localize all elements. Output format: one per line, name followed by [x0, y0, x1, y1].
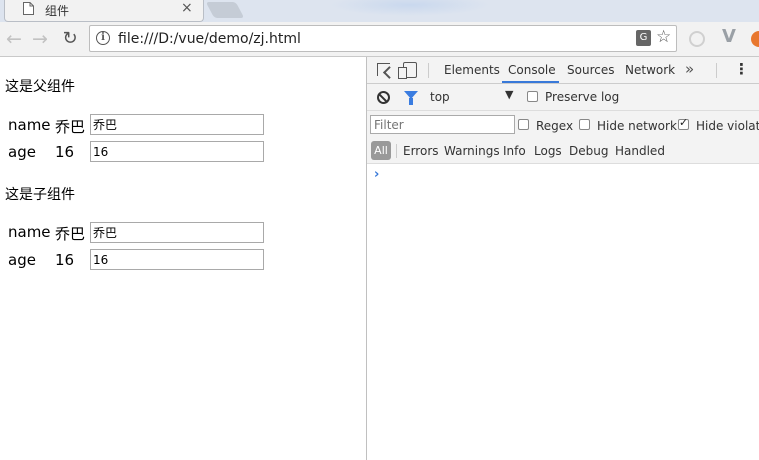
log-levels-bar: All Errors Warnings Info Logs Debug Hand…: [367, 138, 759, 164]
tab-strip: 组件 ×: [0, 0, 759, 22]
parent-age-value: 16: [55, 143, 75, 161]
clear-console-icon[interactable]: [377, 91, 390, 104]
child-name-input[interactable]: [90, 222, 264, 243]
hide-network-label: Hide network: [597, 119, 677, 133]
tabstrip-decoration: [330, 0, 490, 16]
divider: [716, 63, 717, 78]
translate-icon[interactable]: G: [636, 30, 651, 46]
reload-icon[interactable]: ↻: [60, 28, 80, 50]
devtools-tabbar: Elements Console Sources Network » ⋮: [367, 57, 759, 84]
browser-tab[interactable]: 组件 ×: [4, 0, 204, 22]
level-all-button[interactable]: All: [371, 141, 391, 160]
url-text[interactable]: file:///D:/vue/demo/zj.html: [118, 31, 301, 47]
bookmark-star-icon[interactable]: ☆: [656, 27, 671, 47]
console-filter-bar: Regex Hide network Hide violations: [367, 111, 759, 138]
regex-label: Regex: [536, 119, 574, 133]
preserve-log-checkbox[interactable]: [527, 91, 538, 102]
level-info[interactable]: Info: [503, 144, 526, 158]
vue-devtools-icon[interactable]: V: [722, 26, 736, 47]
inspect-element-icon[interactable]: [377, 63, 390, 76]
level-warnings[interactable]: Warnings: [444, 144, 500, 158]
child-name-value: 乔巴: [55, 225, 86, 243]
child-component-heading: 这是子组件: [5, 187, 75, 203]
tab-close-icon[interactable]: ×: [181, 0, 193, 16]
page-icon: [23, 2, 34, 15]
device-toolbar-icon[interactable]: [398, 62, 417, 79]
console-filter-input[interactable]: [370, 115, 515, 134]
tab-sources[interactable]: Sources: [567, 63, 614, 77]
child-age-value: 16: [55, 251, 75, 269]
extension-orange-icon[interactable]: [751, 31, 759, 47]
tab-console[interactable]: Console: [508, 63, 556, 77]
divider: [396, 144, 397, 158]
hide-violations-label: Hide violations: [696, 119, 759, 133]
tab-title: 组件: [45, 4, 70, 18]
page-viewport: 这是父组件 name 乔巴 age 16 这是子组件 name 乔巴 age 1…: [0, 57, 366, 460]
console-toolbar: top ▼ Preserve log: [367, 84, 759, 111]
more-tabs-icon[interactable]: »: [685, 60, 694, 78]
forward-arrow-icon[interactable]: →: [30, 28, 50, 50]
active-tab-indicator: [502, 81, 559, 83]
hide-network-checkbox[interactable]: [579, 119, 590, 130]
parent-name-value: 乔巴: [55, 118, 86, 136]
info-icon[interactable]: i: [96, 31, 110, 45]
divider: [428, 63, 429, 78]
back-arrow-icon[interactable]: ←: [4, 28, 24, 50]
level-errors[interactable]: Errors: [403, 144, 439, 158]
level-logs[interactable]: Logs: [534, 144, 562, 158]
regex-checkbox[interactable]: [518, 119, 529, 130]
devtools-panel: Elements Console Sources Network » ⋮ top…: [366, 57, 759, 460]
tab-network[interactable]: Network: [625, 63, 675, 77]
devtools-menu-icon[interactable]: ⋮: [734, 60, 749, 78]
filter-icon[interactable]: [404, 91, 418, 105]
parent-name-input[interactable]: [90, 114, 264, 135]
parent-age-label: age: [8, 143, 36, 161]
hide-violations-checkbox[interactable]: [678, 116, 689, 130]
child-age-label: age: [8, 251, 36, 269]
new-tab-button[interactable]: [205, 2, 245, 18]
console-prompt-icon[interactable]: ›: [374, 167, 379, 182]
extension-circle-icon[interactable]: [689, 31, 705, 47]
child-name-label: name: [8, 223, 51, 241]
level-handled[interactable]: Handled: [615, 144, 665, 158]
child-age-input[interactable]: [90, 249, 264, 270]
parent-name-label: name: [8, 116, 51, 134]
parent-component-heading: 这是父组件: [5, 79, 75, 95]
preserve-log-label: Preserve log: [545, 90, 620, 104]
tab-elements[interactable]: Elements: [444, 63, 500, 77]
chevron-down-icon[interactable]: ▼: [505, 88, 513, 101]
address-bar[interactable]: i file:///D:/vue/demo/zj.html G ☆: [89, 25, 677, 52]
parent-age-input[interactable]: [90, 141, 264, 162]
context-select[interactable]: top: [430, 90, 450, 104]
browser-toolbar: ← → ↻ i file:///D:/vue/demo/zj.html G ☆ …: [0, 22, 759, 57]
level-debug[interactable]: Debug: [569, 144, 608, 158]
